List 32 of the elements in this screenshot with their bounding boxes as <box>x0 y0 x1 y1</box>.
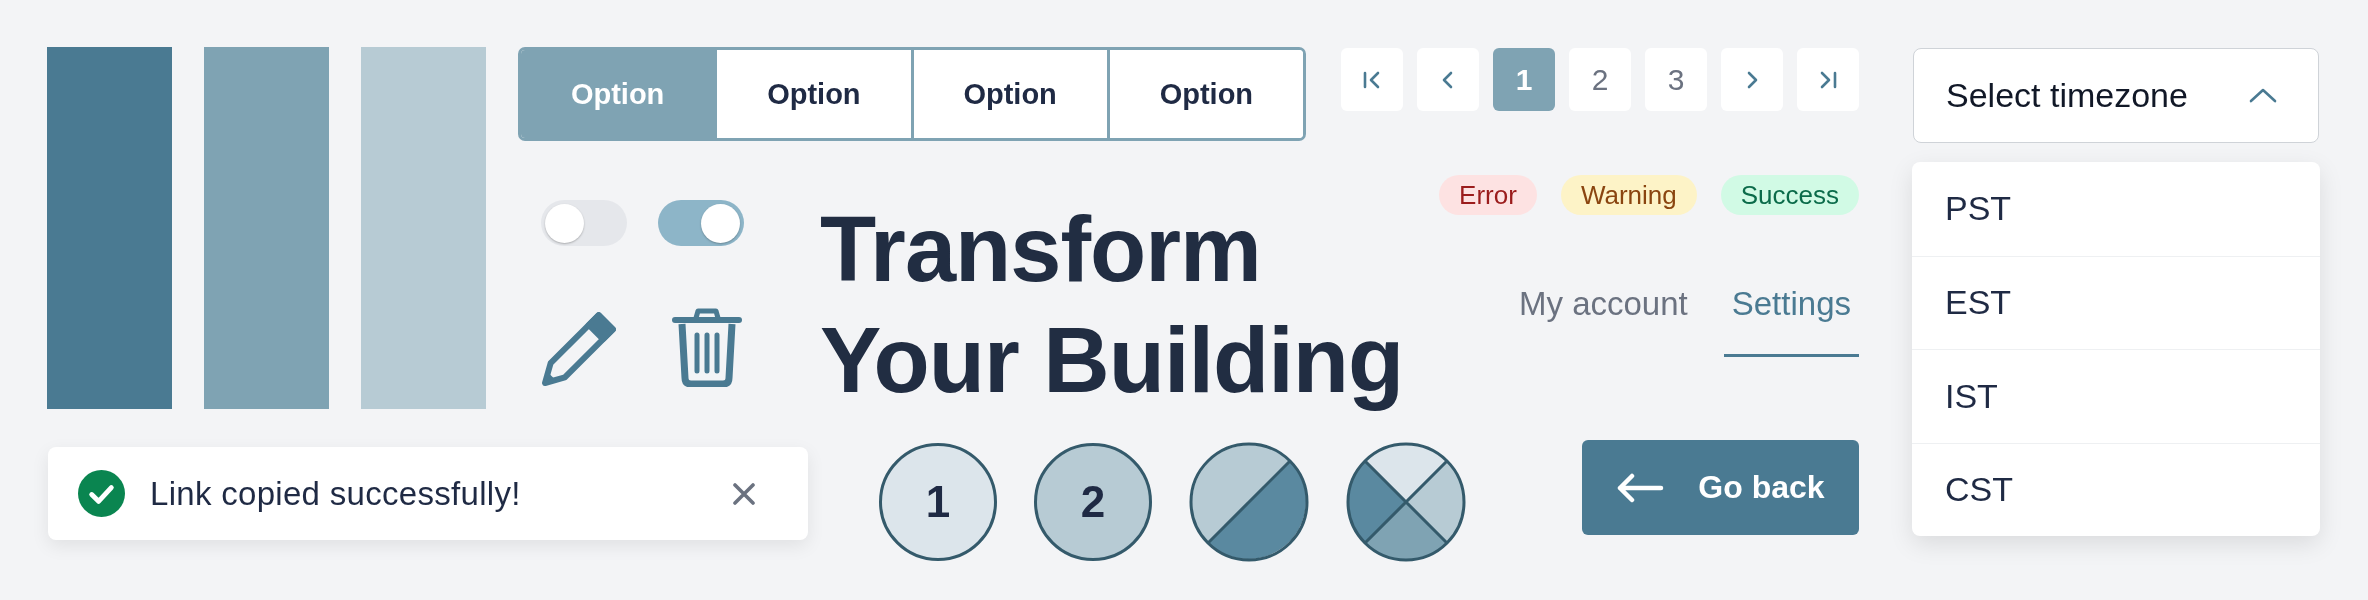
trash-icon[interactable] <box>672 307 742 387</box>
dropdown-option[interactable]: IST <box>1912 349 2320 443</box>
go-back-button[interactable]: Go back <box>1582 440 1859 535</box>
check-circle-icon <box>78 470 125 517</box>
toast-message: Link copied successfully! <box>150 474 521 513</box>
close-icon <box>733 482 755 505</box>
nav-tab[interactable]: My account <box>1511 284 1696 357</box>
status-badge: Warning <box>1560 175 1697 215</box>
step-indicator: 1 <box>879 443 997 561</box>
dropdown-option[interactable]: EST <box>1912 255 2320 349</box>
quartered-circle-icon <box>1346 442 1466 562</box>
diagonal-split-circle-icon <box>1189 442 1309 562</box>
step-indicator: 2 <box>1034 443 1152 561</box>
dropdown-option[interactable]: CST <box>1912 442 2320 536</box>
status-badge: Success <box>1720 175 1859 215</box>
nav-tab[interactable]: Settings <box>1723 284 1859 357</box>
toggle-switch[interactable] <box>541 200 627 246</box>
status-badge: Error <box>1439 175 1537 215</box>
page-heading: Transform Your Building <box>820 197 1405 413</box>
previous-page-button[interactable] <box>1417 48 1479 111</box>
timezone-select[interactable]: Select timezone <box>1913 48 2319 143</box>
last-page-button[interactable] <box>1797 48 1859 111</box>
next-page-button[interactable] <box>1721 48 1783 111</box>
segment-tab[interactable]: Option <box>1106 50 1303 138</box>
page-button[interactable]: 2 <box>1569 48 1631 111</box>
first-page-button[interactable] <box>1341 48 1403 111</box>
dropdown-option[interactable]: PST <box>1912 162 2320 256</box>
chevron-up-icon <box>2249 88 2277 103</box>
toggle-switch[interactable] <box>658 200 744 246</box>
close-button[interactable] <box>733 482 755 505</box>
page-button[interactable]: 3 <box>1645 48 1707 111</box>
arrow-left-icon <box>1616 472 1665 503</box>
